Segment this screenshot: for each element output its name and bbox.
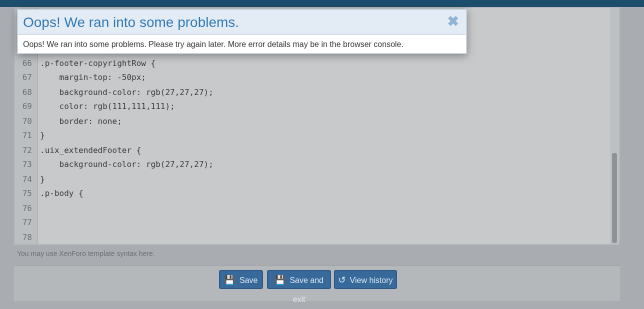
line-number: 78 bbox=[22, 232, 32, 242]
save-and-exit-button[interactable]: 💾 Save and exit bbox=[267, 270, 331, 304]
code-text: color: rgb(111,111,111); bbox=[40, 102, 175, 111]
code-text: margin-top: -50px; bbox=[40, 73, 146, 82]
line-number: 69 bbox=[22, 102, 32, 111]
top-nav-bar bbox=[0, 0, 644, 7]
line-number: 66 bbox=[22, 58, 32, 68]
code-text: .p-footer-copyrightRow { bbox=[40, 58, 156, 68]
line-number: 68 bbox=[22, 87, 32, 97]
line-number: 75 bbox=[22, 189, 32, 198]
view-history-button[interactable]: ↺ View history bbox=[334, 270, 397, 289]
dialog-message: Oops! We ran into some problems. Please … bbox=[23, 40, 404, 49]
dialog-header: Oops! We ran into some problems. ✖ bbox=[18, 10, 466, 35]
line-number: 70 bbox=[22, 116, 32, 126]
line-number: 74 bbox=[22, 174, 32, 184]
line-number: 77 bbox=[22, 218, 32, 227]
save-icon: 💾 bbox=[274, 275, 286, 285]
line-number: 67 bbox=[22, 73, 32, 82]
line-number: 72 bbox=[22, 145, 32, 155]
code-text: background-color: rgb(27,27,27); bbox=[40, 87, 214, 97]
scrollbar-thumb[interactable] bbox=[612, 153, 617, 243]
view-history-label: View history bbox=[349, 276, 393, 285]
save-button-label: Save bbox=[239, 276, 258, 285]
editor-scrollbar[interactable] bbox=[610, 8, 619, 244]
error-dialog: Oops! We ran into some problems. ✖ Oops!… bbox=[17, 9, 467, 54]
syntax-hint: You may use XenForo template syntax here… bbox=[17, 251, 155, 258]
code-text: border: none; bbox=[40, 116, 122, 126]
line-number: 71 bbox=[22, 131, 32, 140]
save-button[interactable]: 💾 Save bbox=[219, 270, 263, 289]
dialog-title: Oops! We ran into some problems. bbox=[23, 14, 240, 30]
code-text: } bbox=[40, 131, 45, 140]
history-icon: ↺ bbox=[338, 275, 346, 285]
line-number: 76 bbox=[22, 203, 32, 213]
close-icon[interactable]: ✖ bbox=[447, 13, 459, 30]
code-text: } bbox=[40, 174, 45, 184]
line-number: 73 bbox=[22, 160, 32, 169]
save-icon: 💾 bbox=[224, 275, 236, 285]
code-text: background-color: rgb(27,27,27); bbox=[40, 160, 214, 169]
code-text: .uix_extendedFooter { bbox=[40, 145, 142, 155]
code-text: .p-body { bbox=[40, 189, 84, 198]
